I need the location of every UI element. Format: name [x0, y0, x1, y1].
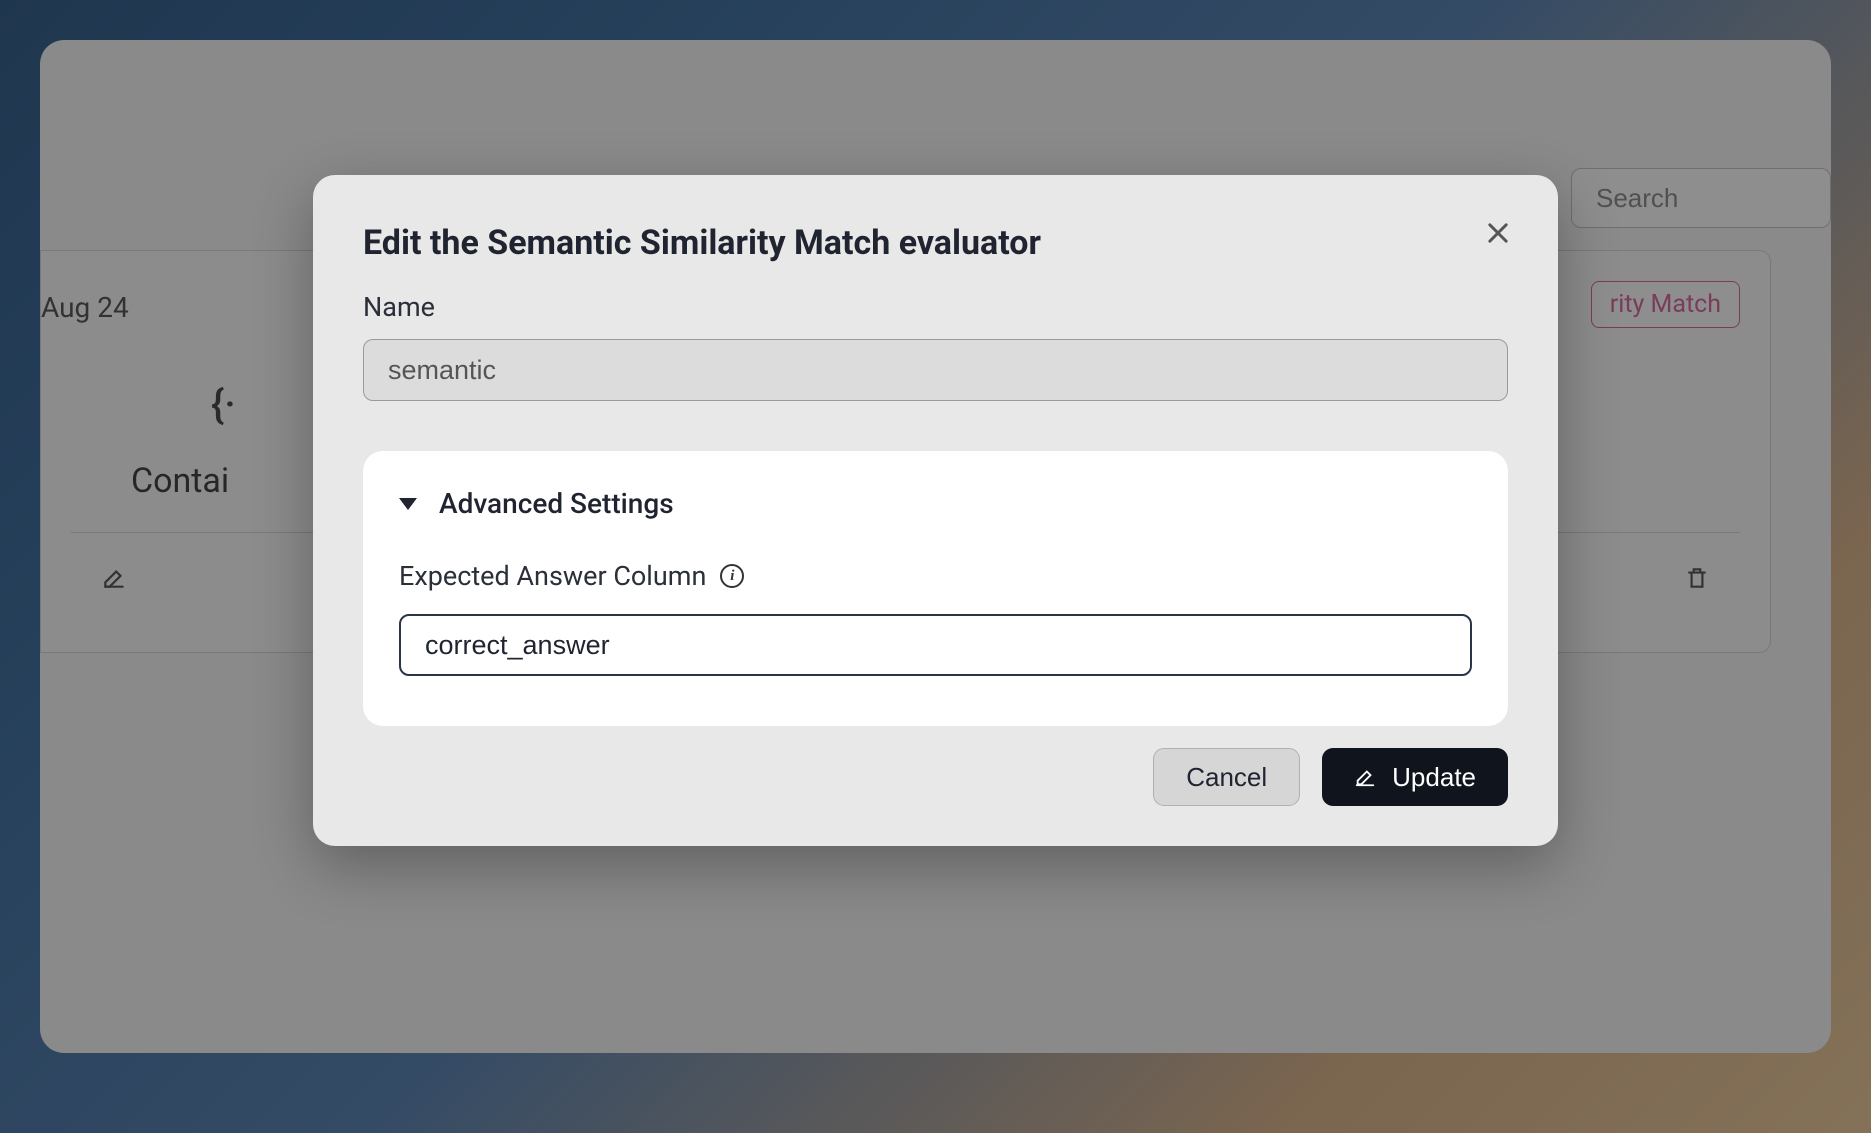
caret-down-icon: [399, 498, 417, 510]
name-label: Name: [363, 291, 1508, 323]
cancel-button[interactable]: Cancel: [1153, 748, 1300, 806]
modal-actions: Cancel Update: [363, 748, 1508, 806]
close-icon: [1484, 219, 1512, 247]
expected-answer-label-row: Expected Answer Column i: [399, 560, 1472, 592]
advanced-settings-title: Advanced Settings: [439, 487, 674, 520]
edit-evaluator-modal: Edit the Semantic Similarity Match evalu…: [313, 175, 1558, 846]
modal-overlay: Edit the Semantic Similarity Match evalu…: [0, 0, 1871, 1133]
close-button[interactable]: [1480, 215, 1516, 251]
expected-answer-input[interactable]: [399, 614, 1472, 676]
name-input[interactable]: [363, 339, 1508, 401]
expected-answer-label: Expected Answer Column: [399, 560, 706, 592]
update-button[interactable]: Update: [1322, 748, 1508, 806]
advanced-settings-panel: Advanced Settings Expected Answer Column…: [363, 451, 1508, 726]
update-button-label: Update: [1392, 762, 1476, 793]
pencil-icon: [1354, 766, 1376, 788]
modal-title: Edit the Semantic Similarity Match evalu…: [363, 223, 1508, 263]
advanced-settings-header[interactable]: Advanced Settings: [399, 487, 1472, 520]
info-icon[interactable]: i: [720, 564, 744, 588]
